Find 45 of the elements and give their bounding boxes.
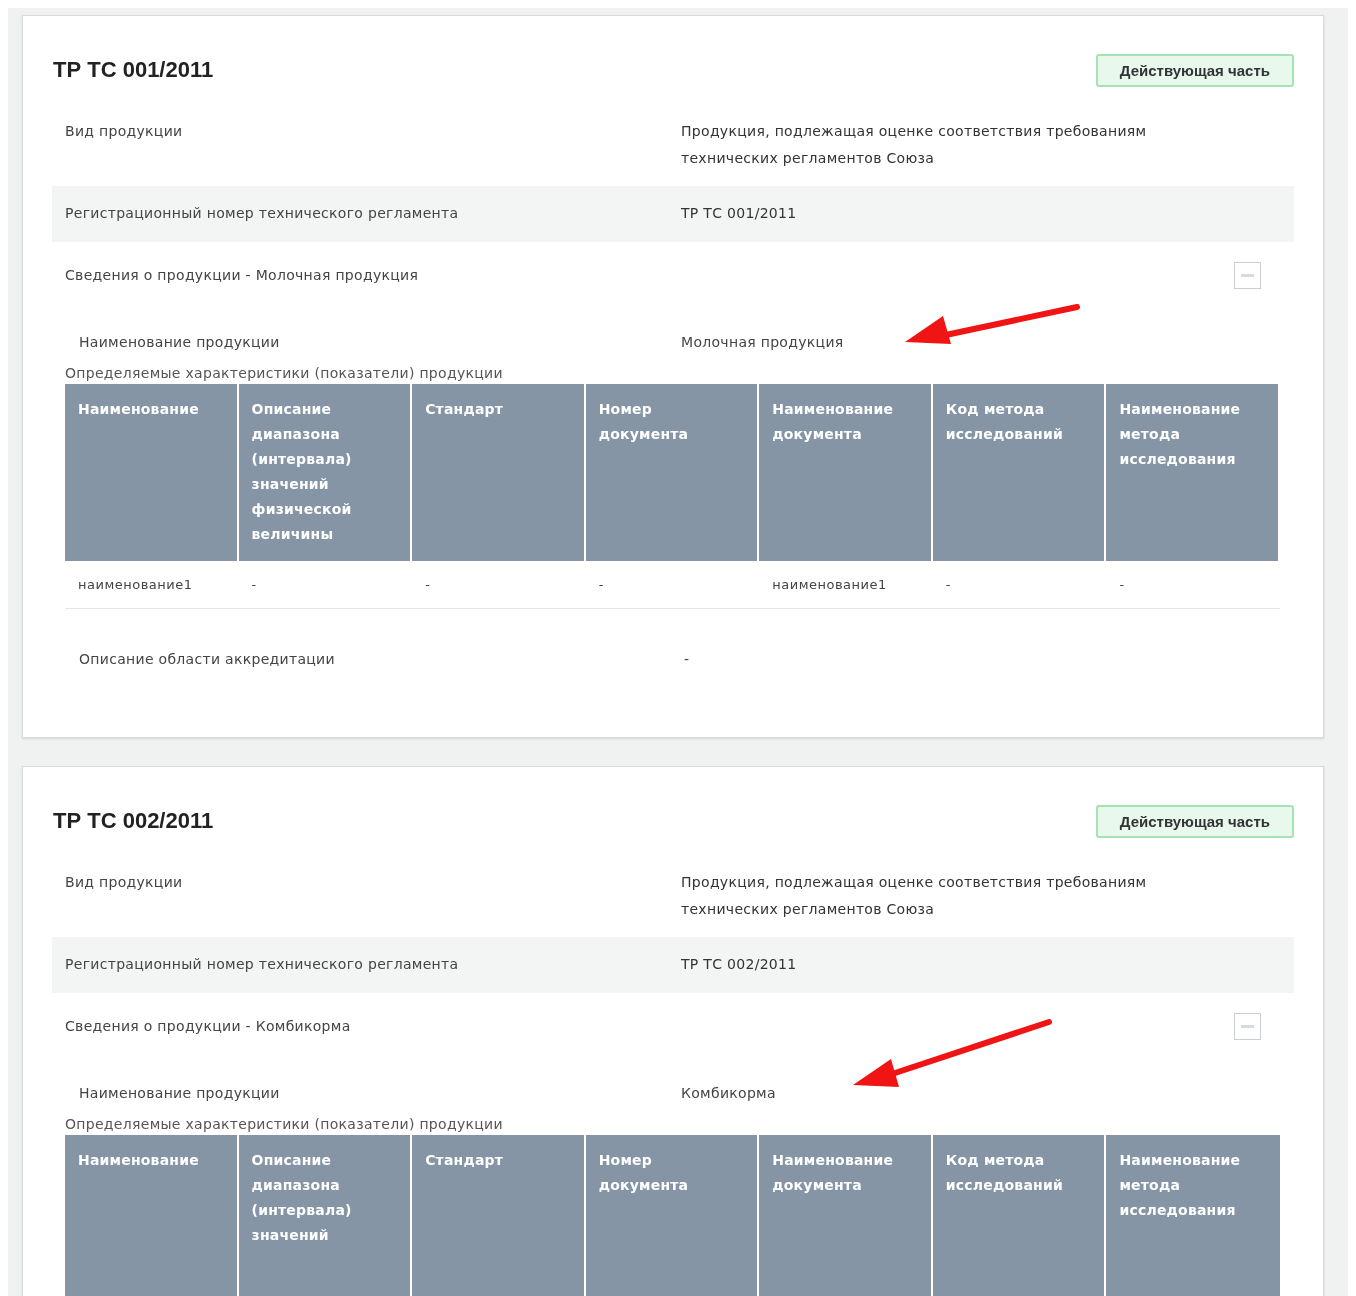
field-value: Продукция, подлежащая оценке соответствия требованиям технических регламентов Союза	[681, 122, 1148, 168]
field-label: Регистрационный номер технического регламента	[65, 955, 460, 974]
column-header: Наименование	[65, 384, 239, 561]
collapse-button[interactable]	[1234, 262, 1261, 289]
characteristics-title: Определяемые характеристики (показатели) продукции	[64, 1115, 504, 1134]
product-heading: Сведения о продукции - Молочная продукция	[65, 266, 419, 285]
column-header: Наименование метода исследования	[1106, 384, 1280, 561]
table-cell: -	[238, 561, 413, 609]
table-cell: наименование1	[759, 561, 933, 609]
field-value: ТР ТС 001/2011	[681, 204, 798, 223]
column-header: Номер документа	[585, 384, 760, 561]
column-header: Стандарт	[412, 384, 586, 561]
characteristics-title: Определяемые характеристики (показатели) продукции	[64, 364, 504, 383]
field-label: Вид продукции	[65, 873, 184, 892]
column-header: Стандарт	[412, 1135, 586, 1296]
field-value: Комбикорма	[681, 1084, 777, 1103]
regulation-title: ТР ТС 001/2011	[53, 56, 214, 83]
column-header: Описание диапазона (интервала) значений	[238, 1135, 413, 1296]
column-header: Код метода исследований	[932, 1135, 1107, 1296]
column-header: Описание диапазона (интервала) значений физической величины	[238, 384, 413, 561]
column-header: Наименование метода исследования	[1106, 1135, 1280, 1296]
field-value: -	[684, 650, 691, 669]
status-badge: Действующая часть	[1095, 54, 1294, 87]
column-header: Наименование документа	[759, 1135, 933, 1296]
table-cell: -	[412, 561, 586, 609]
field-label: Регистрационный номер технического регламента	[65, 204, 460, 223]
field-label: Наименование продукции	[79, 1084, 281, 1103]
table-cell: -	[585, 561, 760, 609]
column-header: Номер документа	[585, 1135, 760, 1296]
regulation-title: ТР ТС 002/2011	[53, 807, 214, 834]
field-value: ТР ТС 002/2011	[681, 955, 798, 974]
table-cell: наименование1	[65, 561, 239, 609]
field-label: Вид продукции	[65, 122, 184, 141]
field-value: Молочная продукция	[681, 333, 845, 352]
product-heading: Сведения о продукции - Комбикорма	[65, 1017, 351, 1036]
column-header: Наименование	[65, 1135, 239, 1296]
table-cell: -	[1106, 561, 1280, 609]
column-header: Код метода исследований	[932, 384, 1107, 561]
status-badge: Действующая часть	[1095, 805, 1294, 838]
collapse-button[interactable]	[1234, 1013, 1261, 1040]
column-header: Наименование документа	[759, 384, 933, 561]
field-label: Наименование продукции	[79, 333, 281, 352]
field-label: Описание области аккредитации	[79, 650, 336, 669]
field-value: Продукция, подлежащая оценке соответствия требованиям технических регламентов Союза	[681, 873, 1148, 919]
table-cell: -	[932, 561, 1107, 609]
